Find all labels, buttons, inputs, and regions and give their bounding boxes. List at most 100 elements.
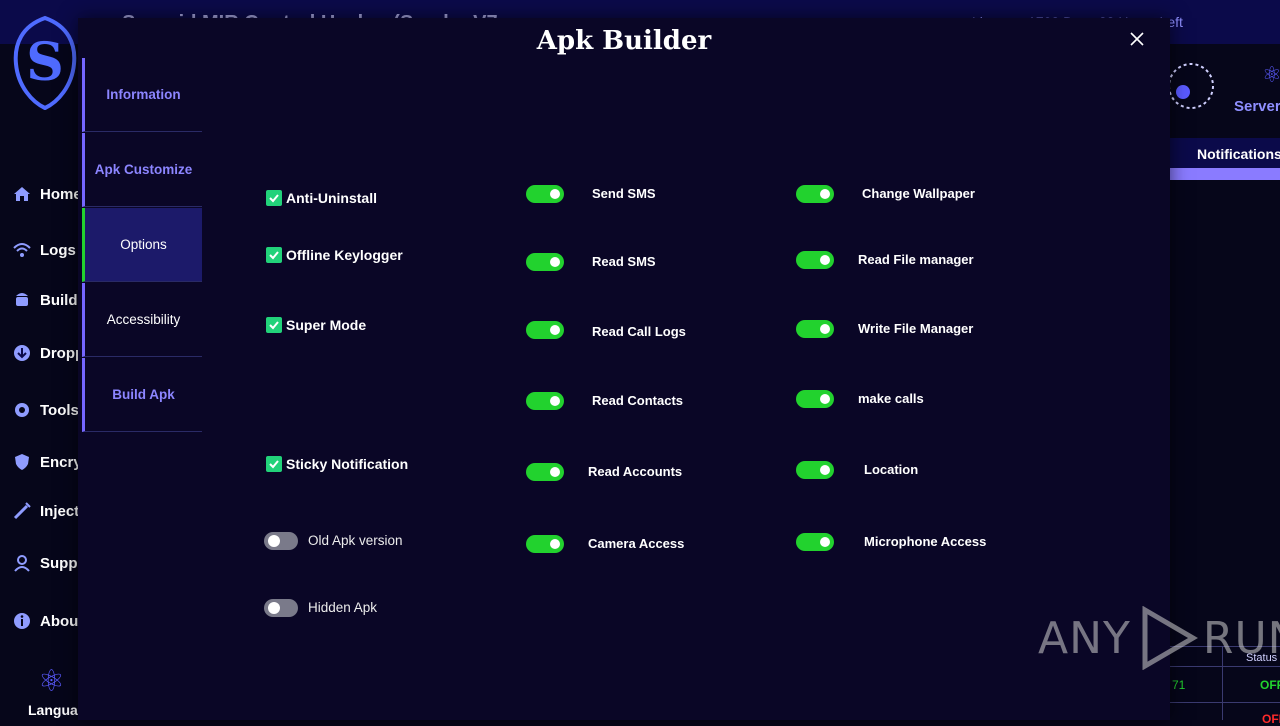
checkbox-label: Super Mode	[286, 317, 367, 333]
server-label[interactable]: Server	[1234, 98, 1280, 115]
read-accounts-toggle[interactable]: Read Accounts	[526, 463, 682, 481]
anyrun-watermark: ANY RUN	[1038, 606, 1280, 670]
nav-about-label: About	[40, 612, 84, 630]
toggle-knob	[820, 394, 830, 404]
nav-inject[interactable]: Inject	[12, 501, 79, 521]
nav-build-label: Build	[40, 291, 78, 309]
toggle-label: Read Accounts	[588, 464, 683, 479]
send-sms-toggle[interactable]: Send SMS	[526, 185, 656, 203]
nav-home-label: Home	[40, 185, 82, 203]
checkbox-checked-icon	[266, 190, 282, 206]
anti-uninstall-checkbox[interactable]: Anti-Uninstall	[266, 190, 377, 206]
toggle-track	[526, 321, 564, 339]
checkbox-checked-icon	[266, 247, 282, 263]
tab-accessibility[interactable]: Accessibility	[82, 283, 202, 357]
home-icon	[14, 187, 30, 201]
toggle-track	[796, 185, 834, 203]
checkbox-checked-icon	[266, 317, 282, 333]
sticky-notification-checkbox[interactable]: Sticky Notification	[266, 456, 408, 472]
toggle-knob	[550, 325, 560, 335]
toggle-label: Send SMS	[592, 186, 656, 201]
toggle-knob	[268, 602, 280, 614]
wifi-icon	[13, 243, 31, 257]
status-cell: OFF	[1262, 712, 1280, 726]
old-apk-version-toggle[interactable]: Old Apk version	[264, 532, 403, 550]
toggle-label: Microphone Access	[864, 534, 987, 549]
checkbox-label: Offline Keylogger	[286, 247, 403, 263]
toggle-label: Read SMS	[592, 254, 656, 269]
nav-support[interactable]: Suppo	[12, 553, 87, 573]
toggle-label: Location	[864, 462, 919, 477]
toggle-knob	[550, 396, 560, 406]
change-wallpaper-toggle[interactable]: Change Wallpaper	[796, 185, 975, 203]
toggle-knob	[268, 535, 280, 547]
nav-tools-label: Tools	[40, 401, 79, 419]
make-calls-toggle[interactable]: make calls	[796, 390, 924, 408]
checkbox-checked-icon	[266, 456, 282, 472]
table-cell: 71	[1172, 678, 1186, 692]
toggle-label: Read Contacts	[592, 393, 684, 408]
nav-encrypt[interactable]: Encry	[12, 452, 82, 472]
read-call-logs-toggle[interactable]: Read Call Logs	[526, 321, 686, 339]
toggle-track	[264, 599, 298, 617]
close-icon	[1130, 32, 1144, 46]
close-button[interactable]	[1128, 30, 1146, 48]
notifications-strip	[1170, 168, 1280, 180]
toggle-knob	[820, 324, 830, 334]
toggle-label: Hidden Apk	[308, 600, 378, 615]
nav-logs-label: Logs	[40, 241, 76, 259]
toggle-track	[796, 251, 834, 269]
toggle-knob	[550, 189, 560, 199]
tab-information[interactable]: Information	[82, 58, 202, 132]
camera-access-toggle[interactable]: Camera Access	[526, 535, 684, 553]
toggle-label: Read Call Logs	[592, 324, 686, 339]
toggle-track	[796, 390, 834, 408]
status-cell: OFF	[1260, 678, 1280, 692]
checkbox-label: Anti-Uninstall	[286, 190, 377, 206]
nav-build[interactable]: Build	[12, 290, 78, 310]
apk-builder-dialog: Apk Builder Information Apk Customize Op…	[78, 18, 1170, 720]
read-contacts-toggle[interactable]: Read Contacts	[526, 392, 683, 410]
toggle-label: Change Wallpaper	[862, 186, 975, 201]
toggle-track	[526, 463, 564, 481]
gear-icon	[15, 403, 29, 417]
nav-inject-label: Inject	[40, 502, 80, 520]
toggle-knob	[820, 189, 830, 199]
download-icon	[14, 345, 30, 361]
super-mode-checkbox[interactable]: Super Mode	[266, 317, 366, 333]
toggle-track	[526, 185, 564, 203]
tab-options[interactable]: Options	[82, 208, 202, 282]
watermark-text-left: ANY	[1038, 612, 1131, 664]
read-sms-toggle[interactable]: Read SMS	[526, 253, 656, 271]
microphone-access-toggle[interactable]: Microphone Access	[796, 533, 986, 551]
toggle-knob	[820, 465, 830, 475]
toggle-track	[796, 533, 834, 551]
play-icon	[1142, 606, 1198, 670]
write-file-manager-toggle[interactable]: Write File Manager	[796, 320, 973, 338]
nav-dropper[interactable]: Dropp	[12, 343, 84, 363]
toggle-track	[526, 392, 564, 410]
table-divider	[1170, 702, 1280, 703]
toggle-knob	[550, 539, 560, 549]
location-toggle[interactable]: Location	[796, 461, 918, 479]
toggle-knob	[550, 257, 560, 267]
android-icon	[16, 293, 28, 306]
toggle-label: Write File Manager	[858, 321, 974, 336]
nav-encrypt-label: Encry	[40, 453, 82, 471]
offline-keylogger-checkbox[interactable]: Offline Keylogger	[266, 247, 403, 263]
toggle-track	[526, 535, 564, 553]
tab-apk-customize[interactable]: Apk Customize	[82, 133, 202, 207]
atom-icon: ⚛	[1262, 62, 1280, 87]
checkbox-label: Sticky Notification	[286, 456, 409, 472]
support-icon	[14, 555, 30, 572]
toggle-track	[526, 253, 564, 271]
nav-home[interactable]: Home	[12, 184, 82, 204]
nav-logs[interactable]: Logs	[12, 240, 76, 260]
nav-about[interactable]: About	[12, 611, 83, 631]
read-file-manager-toggle[interactable]: Read File manager	[796, 251, 974, 269]
toggle-track	[264, 532, 298, 550]
dialog-title: Apk Builder	[536, 26, 712, 56]
tab-build-apk[interactable]: Build Apk	[82, 358, 202, 432]
hidden-apk-toggle[interactable]: Hidden Apk	[264, 599, 377, 617]
nav-tools[interactable]: Tools	[12, 400, 79, 420]
